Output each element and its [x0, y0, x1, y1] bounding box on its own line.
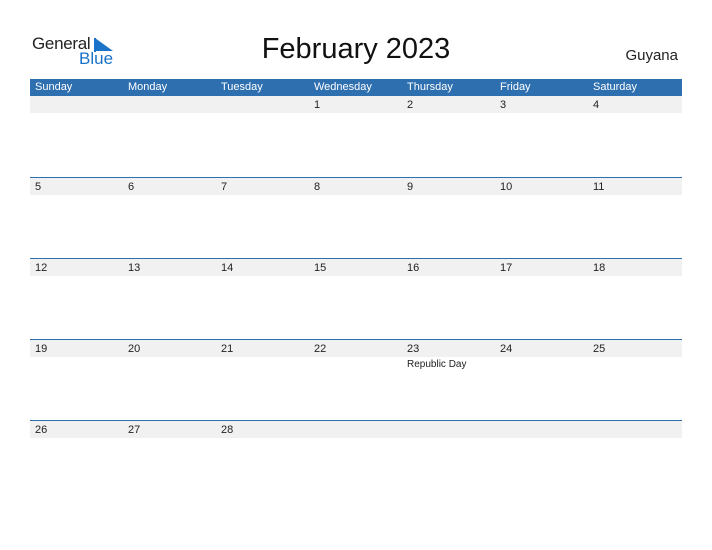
day-cell: 7 [216, 178, 309, 259]
day-cell [216, 96, 309, 177]
day-cell [123, 96, 216, 177]
day-number: 19 [35, 343, 48, 355]
day-number: 5 [35, 181, 42, 193]
day-cell: 1 [309, 96, 402, 177]
day-number: 21 [221, 343, 234, 355]
day-cell: 5 [30, 178, 123, 259]
week-row: 12 13 14 15 16 17 18 [30, 258, 682, 339]
day-cell: 23 Republic Day [402, 340, 495, 421]
weekday-thursday: Thursday [407, 81, 453, 93]
day-cell: 13 [123, 259, 216, 340]
day-cell: 25 [588, 340, 681, 421]
day-cell: 8 [309, 178, 402, 259]
day-number: 15 [314, 262, 327, 274]
day-number: 6 [128, 181, 135, 193]
day-number: 3 [500, 99, 507, 111]
day-number: 7 [221, 181, 228, 193]
day-cell: 18 [588, 259, 681, 340]
holiday-label: Republic Day [407, 359, 467, 370]
day-cell: 16 [402, 259, 495, 340]
weekday-friday: Friday [500, 81, 531, 93]
day-number: 9 [407, 181, 414, 193]
day-number: 25 [593, 343, 606, 355]
day-cell [30, 96, 123, 177]
day-number: 8 [314, 181, 321, 193]
weekday-header: Sunday Monday Tuesday Wednesday Thursday… [30, 79, 682, 96]
week-row: 5 6 7 8 9 10 11 [30, 177, 682, 258]
day-number: 23 [407, 343, 420, 355]
day-cell: 11 [588, 178, 681, 259]
day-number: 28 [221, 424, 234, 436]
day-number: 4 [593, 99, 600, 111]
day-number: 18 [593, 262, 606, 274]
weekday-sunday: Sunday [35, 81, 73, 93]
day-cell: 22 [309, 340, 402, 421]
weekday-wednesday: Wednesday [314, 81, 372, 93]
day-cell: 28 [216, 421, 309, 502]
day-number: 1 [314, 99, 321, 111]
day-cell: 20 [123, 340, 216, 421]
day-number: 22 [314, 343, 327, 355]
day-cell [309, 421, 402, 502]
day-number: 10 [500, 181, 513, 193]
day-number: 13 [128, 262, 141, 274]
day-cell: 9 [402, 178, 495, 259]
day-cell: 2 [402, 96, 495, 177]
day-cell [402, 421, 495, 502]
weekday-monday: Monday [128, 81, 168, 93]
day-cell: 27 [123, 421, 216, 502]
day-number: 12 [35, 262, 48, 274]
day-number: 16 [407, 262, 420, 274]
day-cell: 26 [30, 421, 123, 502]
week-row: 1 2 3 4 [30, 96, 682, 177]
day-cell [495, 421, 588, 502]
calendar-title: February 2023 [261, 33, 451, 65]
day-cell: 10 [495, 178, 588, 259]
week-row: 26 27 28 [30, 420, 682, 501]
weekday-tuesday: Tuesday [221, 81, 263, 93]
day-number: 14 [221, 262, 234, 274]
day-cell [588, 421, 681, 502]
day-number: 11 [593, 181, 605, 193]
day-number: 20 [128, 343, 141, 355]
weekday-saturday: Saturday [593, 81, 638, 93]
day-cell: 17 [495, 259, 588, 340]
day-cell: 24 [495, 340, 588, 421]
day-number: 2 [407, 99, 414, 111]
country-label: Guyana [625, 47, 678, 64]
day-number: 27 [128, 424, 141, 436]
day-cell: 14 [216, 259, 309, 340]
day-cell: 12 [30, 259, 123, 340]
week-row: 19 20 21 22 23 Republic Day 24 25 [30, 339, 682, 420]
day-cell: 15 [309, 259, 402, 340]
day-cell: 19 [30, 340, 123, 421]
day-number: 17 [500, 262, 513, 274]
day-cell: 4 [588, 96, 681, 177]
day-number: 24 [500, 343, 513, 355]
day-cell: 6 [123, 178, 216, 259]
day-cell: 21 [216, 340, 309, 421]
day-number: 26 [35, 424, 48, 436]
day-cell: 3 [495, 96, 588, 177]
